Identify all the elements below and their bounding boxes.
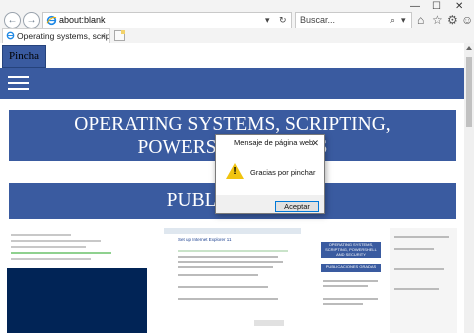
close-window-icon[interactable]: ✕ <box>455 1 463 13</box>
thumbnail-sidebar[interactable] <box>390 228 457 333</box>
dialog-message: Gracias por pinchar <box>250 168 316 177</box>
tab-close-icon[interactable]: × <box>101 29 106 43</box>
new-tab-button[interactable] <box>114 30 125 41</box>
back-arrow-icon: ← <box>7 15 18 26</box>
dialog-title: Mensaje de página web <box>216 135 324 151</box>
favorites-star-icon[interactable]: ☆ <box>432 12 443 29</box>
address-url: about:blank <box>59 15 106 25</box>
alert-dialog: Mensaje de página web ✕ ! Gracias por pi… <box>215 134 325 214</box>
address-bar[interactable]: about:blank ▾ ↻ <box>42 12 292 29</box>
scrollbar-thumb[interactable] <box>466 57 472 127</box>
browser-window: ← → about:blank ▾ ↻ Buscar... ⌕ ▾ ⌂ ☆ ⚙ … <box>0 0 474 333</box>
brand-logo[interactable]: Pincha <box>2 45 46 68</box>
vertical-scrollbar[interactable] <box>464 43 474 333</box>
back-button[interactable]: ← <box>4 12 21 29</box>
warning-exclamation-icon: ! <box>233 166 237 177</box>
search-placeholder: Buscar... <box>300 15 336 25</box>
tab-strip: Operating systems, scriptin... × <box>0 28 474 43</box>
settings-gear-icon[interactable]: ⚙ <box>447 12 458 29</box>
home-icon[interactable]: ⌂ <box>417 12 424 29</box>
scroll-up-icon[interactable] <box>466 46 472 50</box>
tab-active[interactable]: Operating systems, scriptin... × <box>2 28 110 43</box>
tab-favicon-icon <box>6 31 15 40</box>
refresh-icon[interactable]: ↻ <box>279 13 287 28</box>
dialog-ok-button[interactable]: Aceptar <box>275 201 319 212</box>
ie-logo-icon <box>46 15 57 26</box>
thumbnail-ie-caption: Set up Internet Explorer 11 <box>178 237 232 242</box>
search-dropdown-icon[interactable]: ▾ <box>401 13 406 28</box>
tab-title: Operating systems, scriptin... <box>17 31 110 41</box>
feedback-smile-icon[interactable]: ☺ <box>461 12 473 29</box>
thumbnail-blog-banner: OPERATING SYSTEMS, SCRIPTING, POWERSHELL… <box>321 242 381 258</box>
forward-arrow-icon: → <box>26 15 37 26</box>
powershell-console <box>7 268 147 333</box>
thumbnail-ie-setup[interactable]: Set up Internet Explorer 11 <box>164 228 301 333</box>
thumbnail-row: Set up Internet Explorer 11 OPERATING SY… <box>7 228 457 333</box>
thumbnail-blog-subbanner: PUBLICACIONES GRADAS <box>321 264 381 272</box>
site-navbar <box>0 68 464 99</box>
address-dropdown-icon[interactable]: ▾ <box>265 13 270 28</box>
dialog-close-icon[interactable]: ✕ <box>311 135 319 151</box>
thumbnail-blog[interactable]: OPERATING SYSTEMS, SCRIPTING, POWERSHELL… <box>315 228 387 333</box>
search-icon[interactable]: ⌕ <box>390 13 395 28</box>
minimize-icon[interactable]: — <box>410 1 420 13</box>
hamburger-menu-icon[interactable] <box>8 75 29 92</box>
dialog-body: ! Gracias por pinchar <box>216 151 324 195</box>
forward-button[interactable]: → <box>23 12 40 29</box>
maximize-icon[interactable]: ☐ <box>432 1 441 13</box>
thumbnail-powershell[interactable] <box>7 228 147 333</box>
search-box[interactable]: Buscar... ⌕ ▾ <box>295 12 412 29</box>
